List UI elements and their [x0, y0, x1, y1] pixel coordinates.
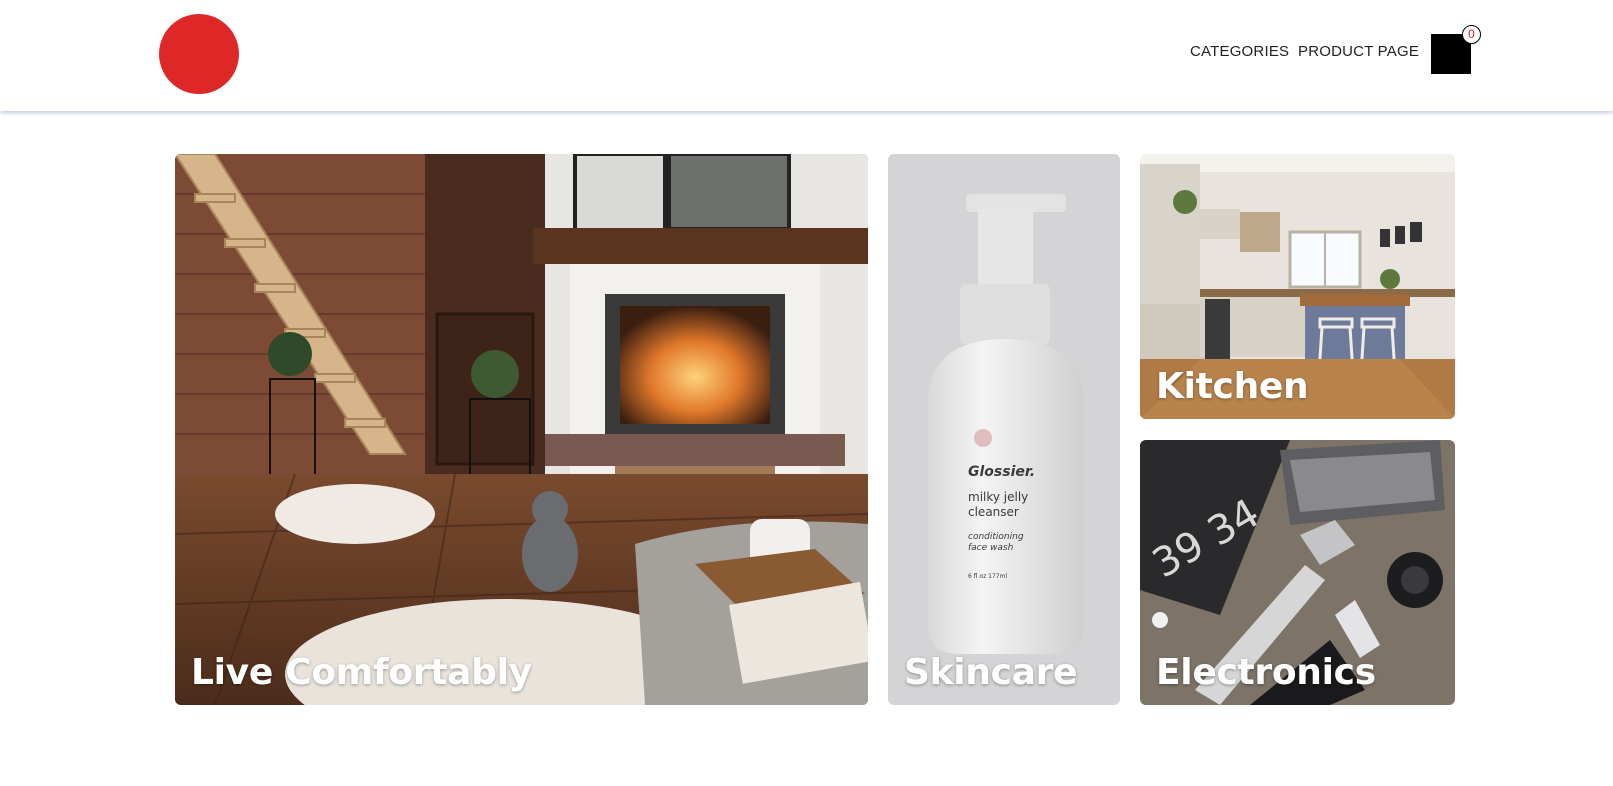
bottle-size: 6 fl oz 177ml: [968, 573, 1007, 580]
tile-label-kitchen: Kitchen: [1156, 366, 1309, 407]
logo[interactable]: [159, 14, 239, 94]
tile-label-electronics: Electronics: [1156, 652, 1376, 693]
bottle-desc-2: face wash: [968, 543, 1014, 553]
category-tile-electronics[interactable]: 39 34 Electronics: [1140, 440, 1455, 705]
living-room-image: [175, 154, 868, 705]
tile-label-live-comfortably: Live Comfortably: [191, 652, 532, 693]
bottle-product-name-1: milky jelly: [968, 490, 1028, 504]
category-tile-kitchen[interactable]: Kitchen: [1140, 154, 1455, 419]
skincare-bottle-image: Glossier. milky jelly cleanser condition…: [888, 154, 1120, 705]
site-header: CATEGORIES PRODUCT PAGE 0: [0, 0, 1613, 111]
category-tile-skincare[interactable]: Glossier. milky jelly cleanser condition…: [888, 154, 1120, 705]
nav-product-page-link[interactable]: PRODUCT PAGE: [1298, 43, 1419, 60]
bottle-desc-1: conditioning: [968, 532, 1024, 542]
category-tile-live-comfortably[interactable]: Live Comfortably: [175, 154, 868, 705]
nav-categories-link[interactable]: CATEGORIES: [1190, 43, 1289, 60]
cart-count-badge: 0: [1462, 25, 1481, 44]
bottle-product-name-2: cleanser: [968, 505, 1019, 519]
tile-label-skincare: Skincare: [904, 652, 1078, 693]
bottle-brand: Glossier.: [968, 464, 1035, 480]
